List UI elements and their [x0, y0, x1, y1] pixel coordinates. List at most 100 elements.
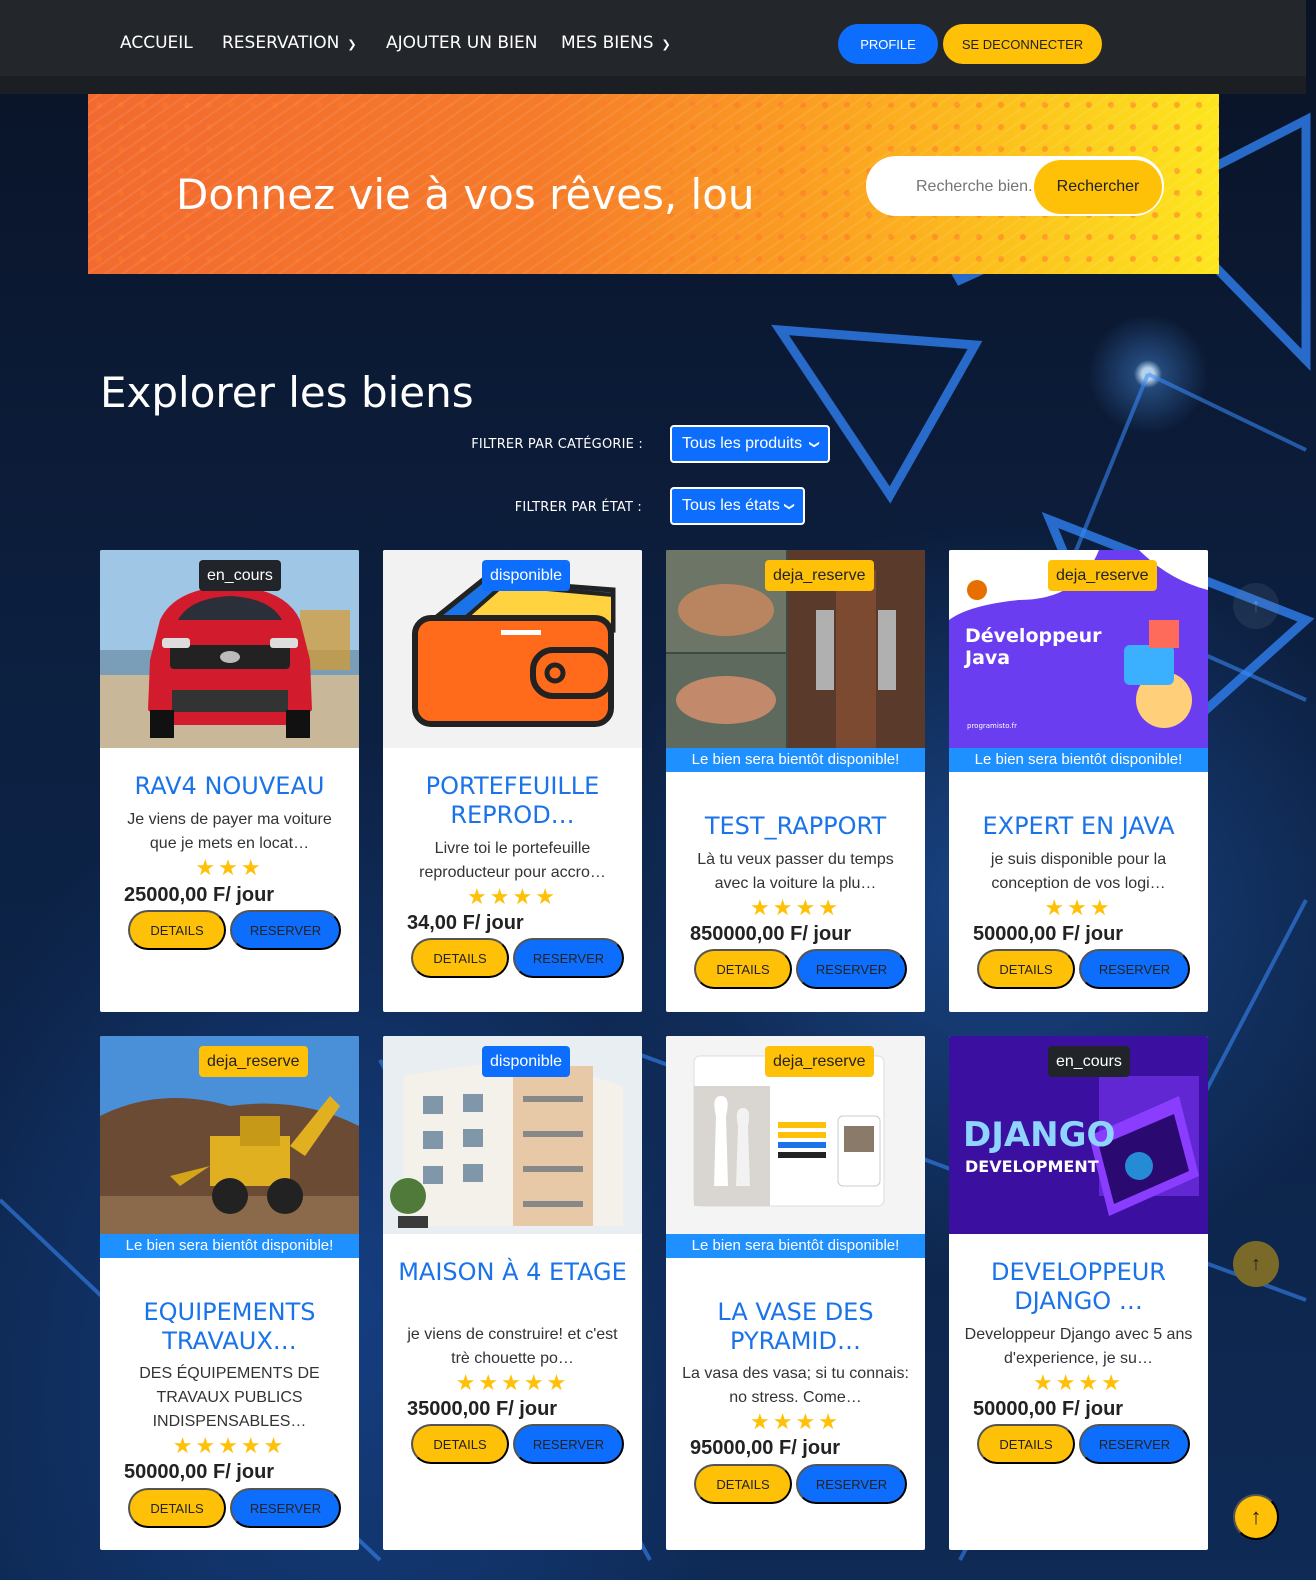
property-card: Le bien sera bientôt disponible! deja_re…: [100, 1036, 359, 1550]
property-card: disponible MAISON À 4 ETAGE je viens de …: [383, 1036, 642, 1550]
rating-stars: ★★★★★: [172, 1433, 287, 1458]
reserve-button[interactable]: RESERVER: [513, 938, 624, 978]
reserve-button[interactable]: RESERVER: [1079, 1424, 1190, 1464]
card-description: DES ÉQUIPEMENTS DE TRAVAUX PUBLICS INDIS…: [139, 1365, 320, 1430]
arrow-up-icon: ↑: [1251, 594, 1261, 617]
details-button[interactable]: DETAILS: [694, 1464, 792, 1504]
availability-notice: Le bien sera bientôt disponible!: [666, 1234, 925, 1258]
property-card: Le bien sera bientôt disponible! deja_re…: [666, 1036, 925, 1550]
card-description: je viens de construire! et c'est trè cho…: [407, 1326, 618, 1367]
django-image-title: DJANGO: [963, 1115, 1115, 1155]
rating-stars: ★★★★: [1033, 1370, 1124, 1395]
card-description: Livre toi le portefeuille reproducteur p…: [419, 840, 606, 881]
nav-reservation[interactable]: RESERVATION ❯: [222, 33, 357, 53]
card-price: 95000,00 F/ jour: [690, 1437, 841, 1459]
reserve-button[interactable]: RESERVER: [796, 949, 907, 989]
filter-state-value: Tous les états: [682, 497, 780, 514]
reserve-button[interactable]: RESERVER: [796, 1464, 907, 1504]
details-button[interactable]: DETAILS: [411, 1424, 509, 1464]
details-button[interactable]: DETAILS: [977, 949, 1075, 989]
filter-category-value: Tous les produits: [682, 435, 803, 452]
card-price: 50000,00 F/ jour: [973, 923, 1124, 945]
banner-title: Donnez vie à vos rêves, lou: [176, 170, 755, 219]
card-description: Là tu veux passer du temps avec la voitu…: [697, 851, 894, 892]
scroll-top-button[interactable]: ↑: [1233, 1494, 1279, 1540]
search-input[interactable]: [884, 168, 1034, 206]
reserve-button[interactable]: RESERVER: [230, 1488, 341, 1528]
navbar: ACCUEIL RESERVATION ❯ AJOUTER UN BIEN ME…: [0, 0, 1306, 94]
details-button[interactable]: DETAILS: [411, 938, 509, 978]
nav-reservation-label: RESERVATION: [222, 33, 340, 53]
details-button[interactable]: DETAILS: [977, 1424, 1075, 1464]
arrow-up-icon: ↑: [1250, 1504, 1262, 1529]
card-title: RAV4 NOUVEAU: [134, 772, 325, 800]
property-card: disponible PORTEFEUILLE REPROD… Livre to…: [383, 550, 642, 1012]
java-image-subtitle: Java: [963, 647, 1010, 669]
card-title: EXPERT EN JAVA: [982, 812, 1175, 840]
reserve-button[interactable]: RESERVER: [513, 1424, 624, 1464]
details-button[interactable]: DETAILS: [128, 1488, 226, 1528]
filter-category-label: FILTRER PAR CATÉGORIE :: [471, 437, 643, 452]
card-price: 25000,00 F/ jour: [124, 884, 275, 906]
reserve-button[interactable]: RESERVER: [1079, 949, 1190, 989]
filter-state-label: FILTRER PAR ÉTAT :: [514, 500, 642, 515]
property-card: Développeur Java programisto.fr Le bien …: [949, 550, 1208, 1012]
status-badge: deja_reserve: [765, 1046, 874, 1077]
rating-stars: ★★★★: [467, 884, 558, 909]
nav-mes-biens-label: MES BIENS: [561, 33, 654, 53]
java-image-title: Développeur: [965, 625, 1102, 647]
rating-stars: ★★★★: [750, 1409, 841, 1434]
scroll-top-shadow: ↑: [1233, 1241, 1279, 1287]
nav-ajouter-bien[interactable]: AJOUTER UN BIEN: [386, 33, 538, 53]
availability-notice: Le bien sera bientôt disponible!: [949, 748, 1208, 772]
status-badge: deja_reserve: [199, 1046, 308, 1077]
nav-accueil[interactable]: ACCUEIL: [120, 33, 193, 53]
nav-mes-biens[interactable]: MES BIENS ❯: [561, 33, 671, 53]
django-image-subtitle: DEVELOPMENT: [965, 1157, 1099, 1176]
status-badge: disponible: [482, 560, 571, 591]
rating-stars: ★★★: [1044, 895, 1113, 920]
status-badge: en_cours: [199, 560, 281, 591]
card-title: TEST_RAPPORT: [704, 812, 887, 840]
filter-category-select[interactable]: Tous les produits ❯: [670, 425, 830, 463]
availability-notice: Le bien sera bientôt disponible!: [666, 748, 925, 772]
status-badge: deja_reserve: [765, 560, 874, 591]
chevron-down-icon: ❯: [808, 439, 820, 449]
rating-stars: ★★★★: [750, 895, 841, 920]
status-badge: disponible: [482, 1046, 571, 1077]
chevron-down-icon: ❯: [783, 501, 795, 511]
card-price: 850000,00 F/ jour: [690, 923, 852, 945]
card-title: EQUIPEMENTS TRAVAUX…: [143, 1298, 316, 1355]
card-title: MAISON À 4 ETAGE: [398, 1258, 627, 1286]
card-price: 50000,00 F/ jour: [124, 1461, 275, 1483]
property-card: Le bien sera bientôt disponible! deja_re…: [666, 550, 925, 1012]
nav-ajouter-bien-label: AJOUTER UN BIEN: [386, 33, 538, 53]
profile-button[interactable]: PROFILE: [838, 24, 938, 64]
property-card: en_cours RAV4 NOUVEAU Je viens de payer …: [100, 550, 359, 1012]
arrow-up-icon: ↑: [1251, 1252, 1261, 1275]
card-description: La vasa des vasa; si tu connais: no stre…: [682, 1365, 909, 1406]
logout-button[interactable]: SE DECONNECTER: [943, 24, 1102, 64]
chevron-down-icon: ❯: [347, 37, 357, 51]
status-badge: en_cours: [1048, 1046, 1130, 1077]
card-description: je suis disponible pour la conception de…: [990, 851, 1167, 892]
rating-stars: ★★★★★: [455, 1370, 570, 1395]
chevron-down-icon: ❯: [661, 37, 671, 51]
card-title: DEVELOPPEUR DJANGO …: [991, 1258, 1166, 1315]
reserve-button[interactable]: RESERVER: [230, 910, 341, 950]
details-button[interactable]: DETAILS: [694, 949, 792, 989]
nav-accueil-label: ACCUEIL: [120, 33, 193, 53]
card-price: 50000,00 F/ jour: [973, 1398, 1124, 1420]
card-price: 35000,00 F/ jour: [407, 1398, 558, 1420]
scroll-top-ghost: ↑: [1233, 583, 1279, 629]
filter-state-select[interactable]: Tous les états ❯: [670, 487, 805, 525]
card-description: Developpeur Django avec 5 ans d'experien…: [964, 1326, 1193, 1367]
availability-notice: Le bien sera bientôt disponible!: [100, 1234, 359, 1258]
card-title: LA VASE DES PYRAMID…: [717, 1298, 874, 1355]
hero-banner: Donnez vie à vos rêves, lou Rechercher: [88, 94, 1219, 274]
details-button[interactable]: DETAILS: [128, 910, 226, 950]
card-title: PORTEFEUILLE REPROD…: [425, 772, 600, 829]
java-image-site: programisto.fr: [967, 722, 1017, 730]
status-badge: deja_reserve: [1048, 560, 1157, 591]
search-button[interactable]: Rechercher: [1034, 160, 1162, 214]
